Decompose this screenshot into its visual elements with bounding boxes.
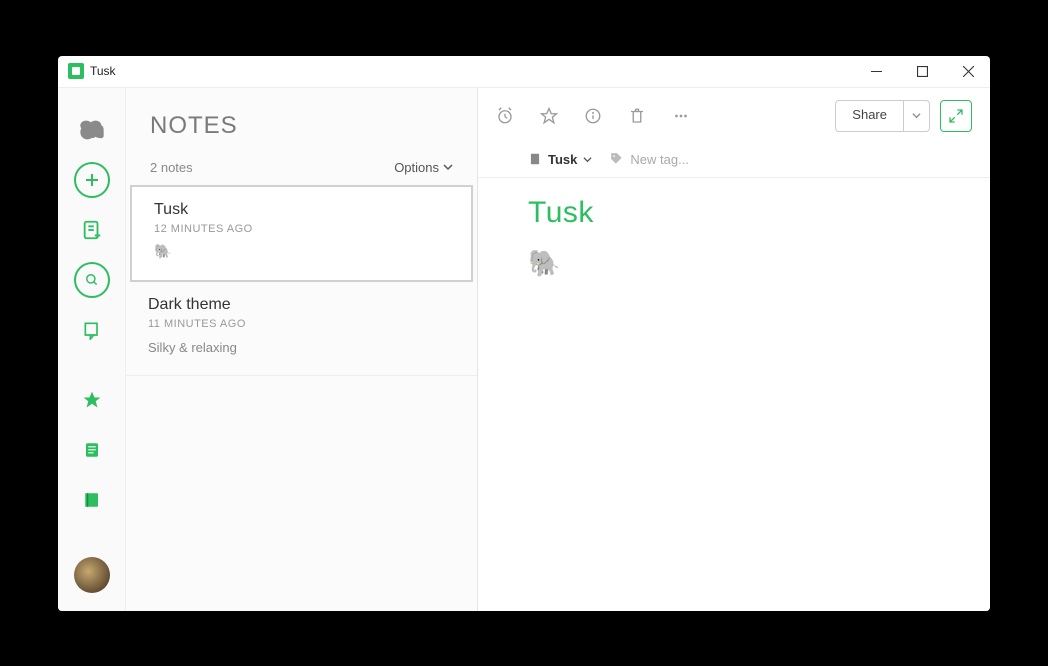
note-item-preview: Silky & relaxing bbox=[148, 340, 455, 355]
share-group: Share bbox=[835, 100, 930, 132]
app-body: NOTES 2 notes Options Tusk 12 MINUTES AG… bbox=[58, 88, 990, 611]
notes-heading: NOTES bbox=[150, 112, 453, 140]
note-item[interactable]: Tusk 12 MINUTES AGO 🐘 bbox=[130, 185, 473, 282]
elephant-icon[interactable] bbox=[74, 112, 110, 148]
titlebar: Tusk bbox=[58, 56, 990, 88]
app-icon bbox=[68, 63, 84, 79]
shortcuts-button[interactable] bbox=[74, 312, 110, 348]
note-item[interactable]: Dark theme 11 MINUTES AGO Silky & relaxi… bbox=[126, 282, 477, 376]
close-button[interactable] bbox=[956, 59, 980, 83]
notebook-selector[interactable]: Tusk bbox=[528, 152, 592, 167]
editor-meta: Tusk New tag... bbox=[478, 144, 990, 178]
star-outline-icon[interactable] bbox=[540, 107, 558, 125]
tag-icon bbox=[610, 152, 624, 166]
titlebar-left: Tusk bbox=[68, 63, 116, 79]
app-title: Tusk bbox=[90, 64, 116, 78]
star-icon[interactable] bbox=[74, 382, 110, 418]
new-note-button[interactable] bbox=[74, 162, 110, 198]
note-item-time: 11 MINUTES AGO bbox=[148, 318, 455, 330]
info-icon[interactable] bbox=[584, 107, 602, 125]
notebook-name: Tusk bbox=[548, 152, 577, 167]
window-controls bbox=[864, 59, 980, 83]
notes-count: 2 notes bbox=[150, 160, 193, 175]
note-item-preview-icon: 🐘 bbox=[154, 243, 449, 260]
note-body-icon: 🐘 bbox=[528, 248, 940, 279]
editor-content[interactable]: Tusk 🐘 bbox=[478, 178, 990, 297]
note-item-title: Tusk bbox=[154, 201, 449, 219]
maximize-button[interactable] bbox=[910, 59, 934, 83]
chevron-down-icon bbox=[583, 155, 592, 164]
trash-icon[interactable] bbox=[628, 107, 646, 125]
share-caret[interactable] bbox=[904, 100, 930, 132]
notes-subheader: 2 notes Options bbox=[126, 150, 477, 185]
new-note-alt-button[interactable] bbox=[74, 212, 110, 248]
sidebar bbox=[58, 88, 126, 611]
more-icon[interactable] bbox=[672, 107, 690, 125]
options-dropdown[interactable]: Options bbox=[394, 160, 453, 175]
minimize-button[interactable] bbox=[864, 59, 888, 83]
chevron-down-icon bbox=[912, 111, 921, 120]
editor: Share Tusk bbox=[478, 88, 990, 611]
tag-input[interactable]: New tag... bbox=[610, 152, 689, 167]
tag-placeholder: New tag... bbox=[630, 152, 689, 167]
notes-header: NOTES bbox=[126, 88, 477, 150]
avatar[interactable] bbox=[74, 557, 110, 593]
notes-panel: NOTES 2 notes Options Tusk 12 MINUTES AG… bbox=[126, 88, 478, 611]
notebook-icon bbox=[528, 152, 542, 166]
note-item-time: 12 MINUTES AGO bbox=[154, 223, 449, 235]
toolbar-right: Share bbox=[835, 100, 972, 132]
app-window: Tusk bbox=[58, 56, 990, 611]
note-title[interactable]: Tusk bbox=[528, 196, 940, 230]
notes-icon[interactable] bbox=[74, 432, 110, 468]
editor-toolbar: Share bbox=[478, 88, 990, 144]
search-button[interactable] bbox=[74, 262, 110, 298]
expand-button[interactable] bbox=[940, 100, 972, 132]
chevron-down-icon bbox=[443, 162, 453, 172]
note-item-title: Dark theme bbox=[148, 296, 455, 314]
share-button[interactable]: Share bbox=[835, 100, 904, 132]
options-label: Options bbox=[394, 160, 439, 175]
notebooks-icon[interactable] bbox=[74, 482, 110, 518]
reminder-icon[interactable] bbox=[496, 107, 514, 125]
